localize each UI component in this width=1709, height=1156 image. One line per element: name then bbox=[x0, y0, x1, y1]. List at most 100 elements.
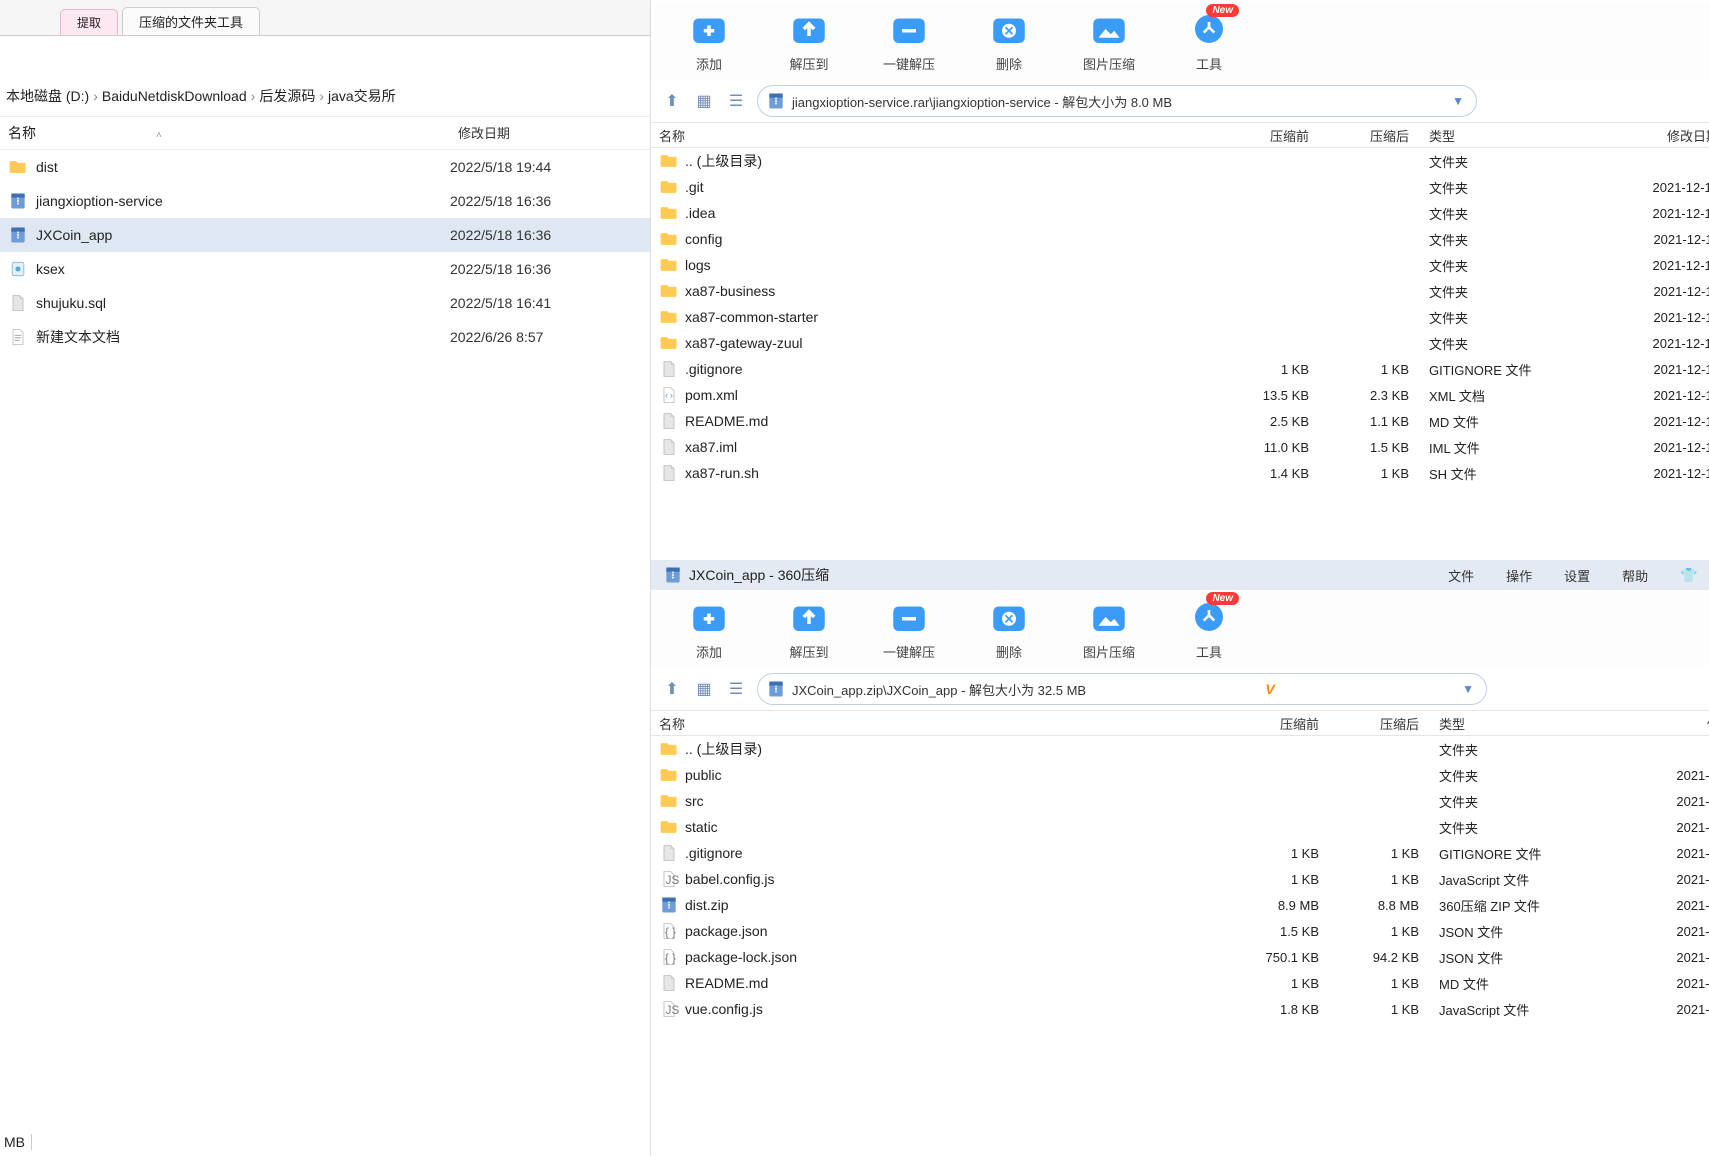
list-item[interactable]: logs 文件夹 2021-12-13 bbox=[651, 252, 1709, 278]
list-item[interactable]: .. (上级目录) 文件夹 bbox=[651, 736, 1709, 762]
image-compress-button[interactable]: 图片压缩 bbox=[1079, 8, 1139, 73]
archive-file-list[interactable]: .. (上级目录) 文件夹 .git 文件夹 2021-12-15 .idea … bbox=[651, 148, 1709, 486]
column-pre[interactable]: 压缩前 bbox=[1219, 714, 1319, 733]
tools-button[interactable]: New工具 bbox=[1179, 596, 1239, 661]
extract-to-button[interactable]: 解压到 bbox=[779, 8, 839, 73]
add-button[interactable]: 添加 bbox=[679, 8, 739, 73]
item-name: xa87-common-starter bbox=[685, 309, 818, 325]
path-input[interactable]: jiangxioption-service.rar\jiangxioption-… bbox=[757, 85, 1477, 117]
column-type[interactable]: 类型 bbox=[1419, 126, 1589, 145]
menu-settings[interactable]: 设置 bbox=[1564, 566, 1590, 585]
list-item[interactable]: xa87-gateway-zuul 文件夹 2021-12-15 bbox=[651, 330, 1709, 356]
file-date: 2022/5/18 16:36 bbox=[450, 193, 650, 209]
menu-file[interactable]: 文件 bbox=[1448, 566, 1474, 585]
file-row[interactable]: JXCoin_app 2022/5/18 16:36 bbox=[0, 218, 650, 252]
menu-help[interactable]: 帮助 bbox=[1622, 566, 1648, 585]
item-date: 2021-12-11 11 bbox=[1609, 898, 1709, 913]
breadcrumb[interactable]: 本地磁盘 (D:) › BaiduNetdiskDownload › 后发源码 … bbox=[0, 76, 650, 116]
view-icon-icon[interactable]: ▦ bbox=[693, 679, 715, 699]
column-date[interactable]: 修改日期 bbox=[450, 117, 650, 149]
list-item[interactable]: xa87-business 文件夹 2021-12-11 bbox=[651, 278, 1709, 304]
list-item[interactable]: babel.config.js 1 KB 1 KB JavaScript 文件 … bbox=[651, 866, 1709, 892]
list-item[interactable]: xa87.iml 11.0 KB 1.5 KB IML 文件 2021-12-1… bbox=[651, 434, 1709, 460]
column-post[interactable]: 压缩后 bbox=[1319, 714, 1429, 733]
item-pre: 1.4 KB bbox=[1199, 466, 1309, 481]
column-name[interactable]: 名称 bbox=[659, 714, 1219, 733]
item-type: JavaScript 文件 bbox=[1429, 870, 1609, 889]
list-item[interactable]: package-lock.json 750.1 KB 94.2 KB JSON … bbox=[651, 944, 1709, 970]
list-header: 名称 压缩前 压缩后 类型 修改日期 bbox=[651, 710, 1709, 736]
delete-button[interactable]: 删除 bbox=[979, 596, 1039, 661]
item-name: xa87.iml bbox=[685, 439, 737, 455]
list-item[interactable]: xa87-common-starter 文件夹 2021-12-11 bbox=[651, 304, 1709, 330]
breadcrumb-seg[interactable]: 后发源码 bbox=[259, 86, 315, 106]
list-item[interactable]: package.json 1.5 KB 1 KB JSON 文件 2021-12… bbox=[651, 918, 1709, 944]
list-item[interactable]: .idea 文件夹 2021-12-15 bbox=[651, 200, 1709, 226]
column-name[interactable]: 名称 bbox=[659, 126, 1199, 145]
delete-button[interactable]: 删除 bbox=[979, 8, 1039, 73]
list-item[interactable]: public 文件夹 2021-12-11 11 bbox=[651, 762, 1709, 788]
item-date: 2021-12-11 11 bbox=[1609, 846, 1709, 861]
list-item[interactable]: config 文件夹 2021-12-11 bbox=[651, 226, 1709, 252]
item-pre: 13.5 KB bbox=[1199, 388, 1309, 403]
breadcrumb-seg[interactable]: java交易所 bbox=[328, 86, 396, 106]
image-compress-button[interactable]: 图片压缩 bbox=[1079, 596, 1139, 661]
item-type: 文件夹 bbox=[1419, 204, 1589, 223]
column-date[interactable]: 修改日期 bbox=[1609, 714, 1709, 733]
view-list-icon[interactable]: ☰ bbox=[725, 91, 747, 111]
list-item[interactable]: static 文件夹 2021-12-11 11 bbox=[651, 814, 1709, 840]
add-button[interactable]: 添加 bbox=[679, 596, 739, 661]
list-item[interactable]: .git 文件夹 2021-12-15 bbox=[651, 174, 1709, 200]
item-date: 2021-12-11 11 bbox=[1609, 794, 1709, 809]
list-item[interactable]: dist.zip 8.9 MB 8.8 MB 360压缩 ZIP 文件 2021… bbox=[651, 892, 1709, 918]
chevron-right-icon: › bbox=[319, 88, 324, 104]
list-item[interactable]: src 文件夹 2021-12-11 11 bbox=[651, 788, 1709, 814]
item-name: package-lock.json bbox=[685, 949, 797, 965]
column-pre[interactable]: 压缩前 bbox=[1199, 126, 1309, 145]
item-name: .. (上级目录) bbox=[685, 739, 762, 759]
list-item[interactable]: .gitignore 1 KB 1 KB GITIGNORE 文件 2021-1… bbox=[651, 840, 1709, 866]
column-name[interactable]: 名称˄ bbox=[0, 117, 450, 149]
list-item[interactable]: README.md 1 KB 1 KB MD 文件 2021-12-11 11 bbox=[651, 970, 1709, 996]
chevron-down-icon[interactable]: ▼ bbox=[1462, 682, 1474, 696]
file-row[interactable]: shujuku.sql 2022/5/18 16:41 bbox=[0, 286, 650, 320]
item-name: xa87-run.sh bbox=[685, 465, 759, 481]
item-date: 2021-12-11 11 bbox=[1609, 976, 1709, 991]
breadcrumb-seg[interactable]: BaiduNetdiskDownload bbox=[102, 88, 247, 104]
list-item[interactable]: xa87-run.sh 1.4 KB 1 KB SH 文件 2021-12-11 bbox=[651, 460, 1709, 486]
explorer-file-list[interactable]: dist 2022/5/18 19:44 jiangxioption-servi… bbox=[0, 150, 650, 354]
extract-to-button[interactable]: 解压到 bbox=[779, 596, 839, 661]
tools-button[interactable]: New工具 bbox=[1179, 8, 1239, 73]
item-date: 2021-12-11 11 bbox=[1609, 872, 1709, 887]
archive-window-bottom: JXCoin_app - 360压缩 文件 操作 设置 帮助 👕 💬 添加 解压… bbox=[651, 560, 1709, 1156]
list-item[interactable]: pom.xml 13.5 KB 2.3 KB XML 文档 2021-12-11 bbox=[651, 382, 1709, 408]
toolbar: 添加 解压到 一键解压 删除 图片压缩 New工具 bbox=[651, 2, 1709, 80]
column-post[interactable]: 压缩后 bbox=[1309, 126, 1419, 145]
image-compress-icon bbox=[1088, 8, 1130, 50]
ribbon-tab-compressed-tools[interactable]: 压缩的文件夹工具 bbox=[122, 7, 260, 35]
file-row[interactable]: 新建文本文档 2022/6/26 8:57 bbox=[0, 320, 650, 354]
item-date: 2021-12-11 11 bbox=[1609, 924, 1709, 939]
path-input[interactable]: JXCoin_app.zip\JXCoin_app - 解包大小为 32.5 M… bbox=[757, 673, 1487, 705]
list-item[interactable]: README.md 2.5 KB 1.1 KB MD 文件 2021-12-11 bbox=[651, 408, 1709, 434]
file-row[interactable]: jiangxioption-service 2022/5/18 16:36 bbox=[0, 184, 650, 218]
file-row[interactable]: dist 2022/5/18 19:44 bbox=[0, 150, 650, 184]
chevron-down-icon[interactable]: ▼ bbox=[1452, 94, 1464, 108]
list-item[interactable]: vue.config.js 1.8 KB 1 KB JavaScript 文件 … bbox=[651, 996, 1709, 1022]
view-list-icon[interactable]: ☰ bbox=[725, 679, 747, 699]
ribbon-tab-extract[interactable]: 提取 bbox=[60, 9, 118, 35]
view-icon-icon[interactable]: ▦ bbox=[693, 91, 715, 111]
one-click-extract-button[interactable]: 一键解压 bbox=[879, 8, 939, 73]
archive-file-list[interactable]: .. (上级目录) 文件夹 public 文件夹 2021-12-11 11 s… bbox=[651, 736, 1709, 1022]
column-type[interactable]: 类型 bbox=[1429, 714, 1609, 733]
list-item[interactable]: .gitignore 1 KB 1 KB GITIGNORE 文件 2021-1… bbox=[651, 356, 1709, 382]
menu-action[interactable]: 操作 bbox=[1506, 566, 1532, 585]
archive-window-top: 添加 解压到 一键解压 删除 图片压缩 New工具 ⬆ ▦ ☰ jiangxio… bbox=[651, 0, 1709, 560]
file-row[interactable]: ksex 2022/5/18 16:36 bbox=[0, 252, 650, 286]
file-name: 新建文本文档 bbox=[36, 327, 120, 347]
column-date[interactable]: 修改日期 bbox=[1589, 126, 1709, 145]
skin-icon[interactable]: 👕 bbox=[1680, 567, 1697, 584]
one-click-extract-button[interactable]: 一键解压 bbox=[879, 596, 939, 661]
item-post: 1 KB bbox=[1309, 466, 1419, 481]
list-item[interactable]: .. (上级目录) 文件夹 bbox=[651, 148, 1709, 174]
